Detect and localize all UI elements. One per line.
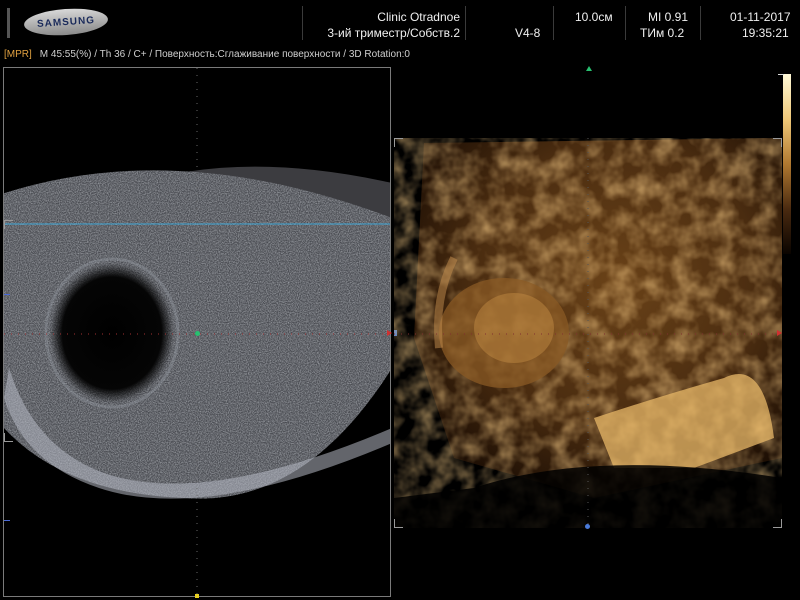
roi-corner	[773, 519, 782, 528]
exam-time: 19:35:21	[742, 26, 789, 40]
separator	[465, 6, 466, 40]
focus-marker	[195, 594, 199, 598]
roi-corner	[4, 433, 13, 442]
clinic-name: Clinic Otradnoe	[377, 10, 460, 24]
colorbar-tick	[778, 74, 784, 75]
color-map-bar	[783, 74, 791, 254]
separator	[302, 6, 303, 40]
render-params: M 45:55(%) / Th 36 / C+ / Поверхность:Сг…	[39, 49, 410, 60]
3d-render-view[interactable]	[394, 138, 782, 528]
depth-marker	[4, 520, 10, 521]
mechanical-index: MI 0.91	[648, 10, 689, 24]
thermal-index: TИм 0.2	[640, 26, 685, 40]
separator	[625, 6, 626, 40]
separator	[553, 6, 554, 40]
mode-label: [MPR]	[4, 49, 32, 60]
separator	[700, 6, 701, 40]
3d-volume-image	[394, 138, 782, 528]
roi-corner	[4, 220, 13, 229]
probe-model: V4-8	[515, 26, 541, 40]
reference-point-dot[interactable]	[195, 331, 200, 336]
rotation-handle-dot[interactable]	[585, 524, 590, 529]
roi-corner	[394, 138, 403, 147]
slice-marker-arrow	[387, 330, 392, 336]
mode-info-line: [MPR] M 45:55(%) / Th 36 / C+ / Поверхнос…	[4, 49, 410, 60]
window-edge-marker	[7, 8, 10, 38]
exam-preset: 3-ий триместр/Собств.2	[327, 26, 460, 40]
slice-marker-arrow	[777, 330, 782, 336]
top-info-bar: SAMSUNG Clinic Otradnoe 3-ий триместр/Со…	[0, 0, 800, 46]
mpr-bmode-view[interactable]	[3, 67, 391, 597]
exam-date: 01-11-2017	[730, 10, 791, 24]
samsung-logo: SAMSUNG	[23, 6, 109, 38]
roi-corner	[773, 138, 782, 147]
orientation-marker	[586, 66, 592, 71]
depth-marker	[4, 294, 10, 295]
scan-depth: 10.0cм	[575, 10, 613, 24]
roi-corner	[394, 519, 403, 528]
